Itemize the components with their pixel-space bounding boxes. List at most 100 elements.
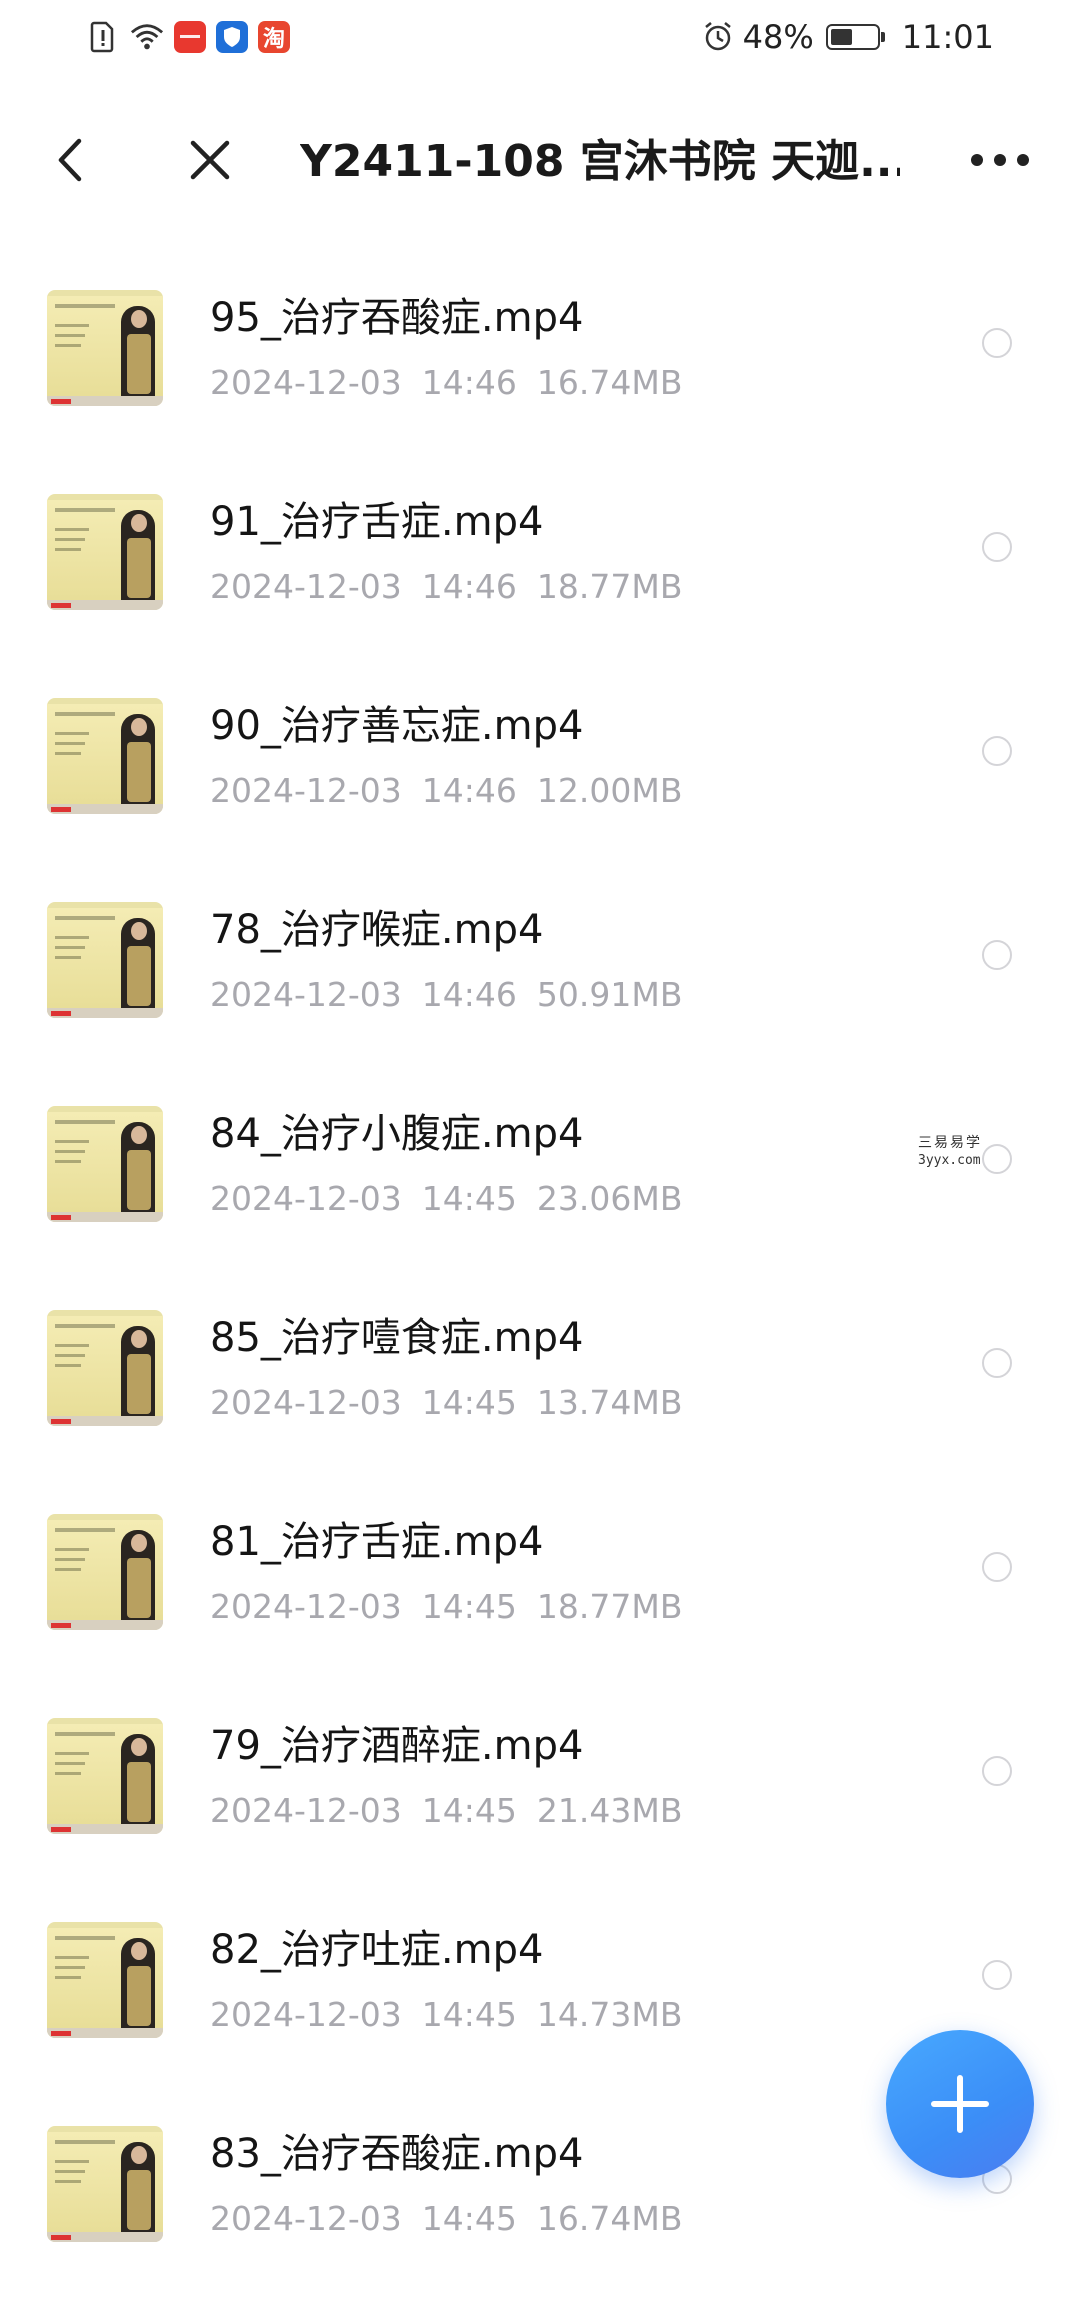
video-thumbnail: [47, 1922, 163, 2038]
file-row[interactable]: 85_治疗噎食症.mp4 2024-12-03 14:45 13.74MB: [0, 1270, 1080, 1474]
back-button[interactable]: [44, 130, 96, 190]
file-list: 95_治疗吞酸症.mp4 2024-12-03 14:46 16.74MB 91_治…: [0, 250, 1080, 2290]
video-thumbnail: [47, 290, 163, 406]
chevron-left-icon: [58, 138, 82, 182]
file-date: 2024-12-03: [210, 771, 402, 810]
file-time: 14:46: [421, 975, 517, 1014]
battery-percent: 48%: [742, 18, 814, 56]
status-left-icons: 淘: [86, 20, 290, 54]
select-radio[interactable]: [982, 1960, 1012, 1990]
file-name: 85_治疗噎食症.mp4: [210, 1315, 584, 1361]
file-row[interactable]: 78_治疗喉症.mp4 2024-12-03 14:46 50.91MB: [0, 862, 1080, 1066]
file-row[interactable]: 91_治疗舌症.mp4 2024-12-03 14:46 18.77MB: [0, 454, 1080, 658]
file-time: 14:45: [421, 1587, 517, 1626]
file-meta: 2024-12-03 14:45 18.77MB: [210, 1586, 702, 1628]
sim-alert-icon: [86, 20, 120, 54]
select-radio[interactable]: [982, 940, 1012, 970]
alarm-clock-icon: [701, 20, 735, 54]
file-name: 82_治疗吐症.mp4: [210, 1927, 544, 1973]
file-meta: 2024-12-03 14:46 18.77MB: [210, 566, 702, 608]
file-size: 18.77MB: [536, 567, 683, 606]
file-time: 14:45: [421, 1179, 517, 1218]
file-meta: 2024-12-03 14:45 16.74MB: [210, 2198, 702, 2240]
header-bar: Y2411-108 宫沐书院 天迦...: [0, 100, 1080, 220]
file-size: 13.74MB: [536, 1383, 683, 1422]
file-meta: 2024-12-03 14:45 21.43MB: [210, 1790, 702, 1832]
file-date: 2024-12-03: [210, 567, 402, 606]
file-meta: 2024-12-03 14:45 23.06MB: [210, 1178, 702, 1220]
video-thumbnail: [47, 1310, 163, 1426]
file-meta: 2024-12-03 14:46 16.74MB: [210, 362, 702, 404]
file-meta: 2024-12-03 14:46 50.91MB: [210, 974, 702, 1016]
file-size: 14.73MB: [536, 1995, 683, 2034]
file-size: 50.91MB: [536, 975, 683, 1014]
file-date: 2024-12-03: [210, 2199, 402, 2238]
file-name: 90_治疗善忘症.mp4: [210, 703, 584, 749]
close-button[interactable]: [180, 130, 240, 190]
file-meta: 2024-12-03 14:46 12.00MB: [210, 770, 702, 812]
file-size: 16.74MB: [536, 2199, 683, 2238]
battery-level: [830, 29, 852, 45]
more-button[interactable]: [960, 136, 1040, 184]
file-name: 84_治疗小腹症.mp4: [210, 1111, 584, 1157]
file-row[interactable]: 90_治疗善忘症.mp4 2024-12-03 14:46 12.00MB: [0, 658, 1080, 862]
file-size: 23.06MB: [536, 1179, 683, 1218]
file-meta: 2024-12-03 14:45 14.73MB: [210, 1994, 702, 2036]
file-meta: 2024-12-03 14:45 13.74MB: [210, 1382, 702, 1424]
file-row[interactable]: 79_治疗酒醉症.mp4 2024-12-03 14:45 21.43MB: [0, 1678, 1080, 1882]
video-thumbnail: [47, 1718, 163, 1834]
file-date: 2024-12-03: [210, 1995, 402, 2034]
file-time: 14:46: [421, 771, 517, 810]
file-name: 83_治疗吞酸症.mp4: [210, 2131, 584, 2177]
file-date: 2024-12-03: [210, 1791, 402, 1830]
status-time: 11:01: [901, 18, 994, 56]
video-thumbnail: [47, 902, 163, 1018]
file-size: 21.43MB: [536, 1791, 683, 1830]
file-date: 2024-12-03: [210, 363, 402, 402]
file-time: 14:46: [421, 567, 517, 606]
file-name: 91_治疗舌症.mp4: [210, 499, 544, 545]
video-thumbnail: [47, 1106, 163, 1222]
watermark: 三易易学 3yyx.com: [918, 1134, 1008, 1170]
file-name: 95_治疗吞酸症.mp4: [210, 295, 584, 341]
video-thumbnail: [47, 1514, 163, 1630]
wifi-icon: [130, 20, 164, 54]
battery-icon: [825, 24, 885, 50]
select-radio[interactable]: [982, 736, 1012, 766]
video-thumbnail: [47, 494, 163, 610]
select-radio[interactable]: [982, 532, 1012, 562]
file-time: 14:45: [421, 2199, 517, 2238]
file-row[interactable]: 81_治疗舌症.mp4 2024-12-03 14:45 18.77MB: [0, 1474, 1080, 1678]
watermark-url: 3yyx.com: [918, 1153, 981, 1168]
watermark-text: 三易易学: [918, 1135, 982, 1151]
app-badge-icon: [174, 21, 206, 53]
select-radio[interactable]: [982, 1552, 1012, 1582]
file-time: 14:46: [421, 363, 517, 402]
file-time: 14:45: [421, 1383, 517, 1422]
plus-icon: [931, 2075, 989, 2133]
close-icon: [190, 140, 230, 180]
file-time: 14:45: [421, 1791, 517, 1830]
file-date: 2024-12-03: [210, 1179, 402, 1218]
select-radio[interactable]: [982, 1756, 1012, 1786]
file-date: 2024-12-03: [210, 1587, 402, 1626]
status-bar: 淘 48% 11:01: [0, 0, 1080, 80]
file-size: 16.74MB: [536, 363, 683, 402]
add-button[interactable]: [886, 2030, 1034, 2178]
file-name: 78_治疗喉症.mp4: [210, 907, 544, 953]
status-right-icons: 48% 11:01: [701, 18, 994, 56]
file-date: 2024-12-03: [210, 975, 402, 1014]
file-size: 18.77MB: [536, 1587, 683, 1626]
file-size: 12.00MB: [536, 771, 683, 810]
file-name: 81_治疗舌症.mp4: [210, 1519, 544, 1565]
file-name: 79_治疗酒醉症.mp4: [210, 1723, 584, 1769]
video-thumbnail: [47, 698, 163, 814]
file-date: 2024-12-03: [210, 1383, 402, 1422]
page-title: Y2411-108 宫沐书院 天迦...: [300, 136, 900, 187]
video-thumbnail: [47, 2126, 163, 2242]
select-radio[interactable]: [982, 1348, 1012, 1378]
more-horizontal-icon: [971, 154, 1029, 166]
file-row[interactable]: 95_治疗吞酸症.mp4 2024-12-03 14:46 16.74MB: [0, 250, 1080, 454]
select-radio[interactable]: [982, 328, 1012, 358]
file-time: 14:45: [421, 1995, 517, 2034]
